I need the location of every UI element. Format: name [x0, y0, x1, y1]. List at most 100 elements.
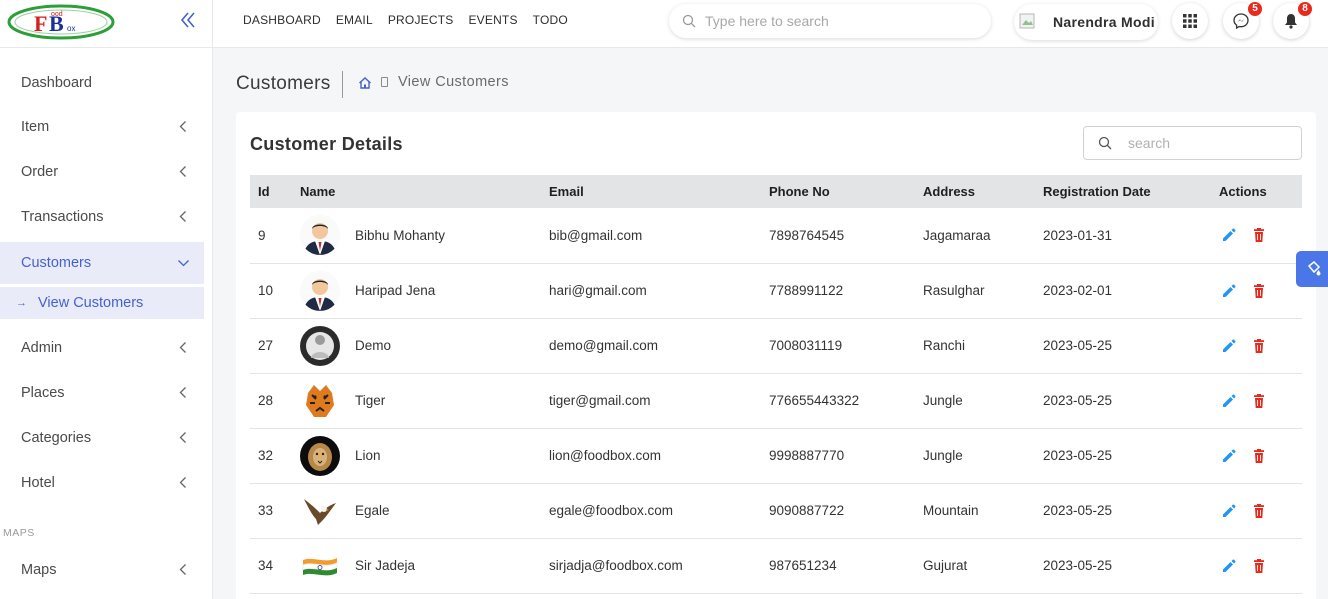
arrow-right-icon: → [16, 297, 27, 309]
cell-address: Jungle [923, 373, 1043, 429]
customers-table: Id Name Email Phone No Address Registrat… [250, 175, 1302, 594]
card-title: Customer Details [250, 134, 403, 154]
sidebar-item-label: Hotel [21, 475, 55, 491]
messages-badge: 5 [1248, 2, 1262, 16]
sidebar-item-customers[interactable]: Customers [0, 242, 204, 284]
sidebar-item-item[interactable]: Item [0, 106, 204, 148]
chevron-left-icon [179, 166, 186, 177]
customer-name: Demo [355, 338, 392, 353]
cell-name: Sir Jadeja [300, 538, 549, 594]
sidebar-item-places[interactable]: Places [0, 372, 204, 414]
cell-id: 10 [250, 263, 300, 319]
nav-todo[interactable]: TODO [533, 13, 568, 27]
row-actions [1219, 227, 1302, 243]
sidebar-item-label: Transactions [21, 209, 104, 225]
cell-email: bib@gmail.com [549, 208, 769, 264]
user-menu[interactable]: Narendra Modi [1014, 4, 1158, 40]
sidebar-item-hotel[interactable]: Hotel [0, 462, 204, 504]
cell-registration-date: 2023-05-25 [1043, 428, 1219, 484]
search-icon [682, 14, 696, 28]
customer-name: Sir Jadeja [355, 558, 416, 573]
notifications-button[interactable]: 8 [1273, 2, 1312, 39]
cell-email: lion@foodbox.com [549, 428, 769, 484]
customizer-button[interactable] [1296, 251, 1328, 287]
edit-icon[interactable] [1221, 393, 1237, 409]
delete-icon[interactable] [1251, 283, 1267, 299]
cell-id: 34 [250, 538, 300, 594]
sidebar-item-transactions[interactable]: Transactions [0, 196, 204, 238]
edit-icon[interactable] [1221, 448, 1237, 464]
nav-email[interactable]: EMAIL [336, 13, 373, 27]
sidebar-item-maps[interactable]: Maps [0, 549, 204, 591]
customer-avatar [300, 545, 340, 586]
column-header-email[interactable]: Email [549, 175, 769, 208]
apps-button[interactable] [1172, 3, 1208, 39]
sidebar-item-categories[interactable]: Categories [0, 417, 204, 459]
cell-address: Ranchi [923, 318, 1043, 374]
delete-icon[interactable] [1251, 393, 1267, 409]
delete-icon[interactable] [1251, 227, 1267, 243]
home-icon[interactable] [358, 76, 372, 90]
table-row: 27 Demo demo@gmail.com 7008031119 Ranchi 2023… [250, 318, 1302, 374]
cell-id: 9 [250, 208, 300, 264]
cell-registration-date: 2023-01-31 [1043, 208, 1219, 264]
chevron-left-icon [179, 211, 186, 222]
column-header-id[interactable]: Id [250, 175, 300, 208]
delete-icon[interactable] [1251, 338, 1267, 354]
nav-events[interactable]: EVENTS [468, 13, 517, 27]
cell-address: Mountain [923, 483, 1043, 539]
cell-phone: 7008031119 [769, 318, 923, 374]
sidebar-subitem-view-customers[interactable]: → View Customers [0, 287, 204, 319]
cell-address: Jungle [923, 428, 1043, 484]
cell-actions [1219, 263, 1302, 319]
edit-icon[interactable] [1221, 558, 1237, 574]
cell-name: Haripad Jena [300, 263, 549, 319]
name-cell-wrap: Haripad Jena [300, 270, 549, 311]
customer-avatar [300, 325, 340, 366]
edit-icon[interactable] [1221, 503, 1237, 519]
nav-dashboard[interactable]: DASHBOARD [243, 13, 321, 27]
delete-icon[interactable] [1251, 448, 1267, 464]
messages-button[interactable]: 5 [1223, 2, 1262, 39]
cell-name: Bibhu Mohanty [300, 208, 549, 264]
customer-avatar [300, 490, 340, 531]
cell-actions [1219, 428, 1302, 484]
user-name: Narendra Modi [1053, 14, 1155, 30]
global-search [669, 4, 991, 38]
customer-name: Egale [355, 503, 390, 518]
column-header-registration-date[interactable]: Registration Date [1043, 175, 1219, 208]
sidebar-subitem-label: View Customers [38, 295, 144, 311]
cell-name: Lion [300, 428, 549, 484]
customer-avatar [300, 380, 340, 421]
sidebar-item-order[interactable]: Order [0, 151, 204, 193]
table-search-input[interactable] [1128, 135, 1288, 151]
edit-icon[interactable] [1221, 338, 1237, 354]
edit-icon[interactable] [1221, 227, 1237, 243]
edit-icon[interactable] [1221, 283, 1237, 299]
column-header-phone[interactable]: Phone No [769, 175, 923, 208]
sidebar-item-admin[interactable]: Admin [0, 327, 204, 369]
paint-bucket-icon [1307, 261, 1321, 276]
cell-actions [1219, 373, 1302, 429]
customer-name: Haripad Jena [355, 283, 436, 298]
table-header-row: Id Name Email Phone No Address Registrat… [250, 175, 1302, 208]
chevron-down-icon [178, 260, 189, 267]
column-header-address[interactable]: Address [923, 175, 1043, 208]
cell-actions [1219, 318, 1302, 374]
delete-icon[interactable] [1251, 503, 1267, 519]
global-search-input[interactable] [705, 13, 965, 29]
cell-registration-date: 2023-05-25 [1043, 483, 1219, 539]
breadcrumb-current: View Customers [398, 74, 509, 90]
cell-registration-date: 2023-05-25 [1043, 373, 1219, 429]
row-actions [1219, 503, 1302, 519]
nav-projects[interactable]: PROJECTS [388, 13, 454, 27]
collapse-sidebar-icon[interactable] [179, 10, 197, 30]
sidebar-item-dashboard[interactable]: Dashboard [0, 62, 204, 104]
messenger-icon [1233, 13, 1249, 29]
column-header-name[interactable]: Name [300, 175, 549, 208]
foodbox-logo[interactable]: F B ood ox [7, 4, 115, 40]
delete-icon[interactable] [1251, 558, 1267, 574]
cell-address: Jagamaraa [923, 208, 1043, 264]
cell-phone: 9998887770 [769, 428, 923, 484]
cell-address: Gujurat [923, 538, 1043, 594]
